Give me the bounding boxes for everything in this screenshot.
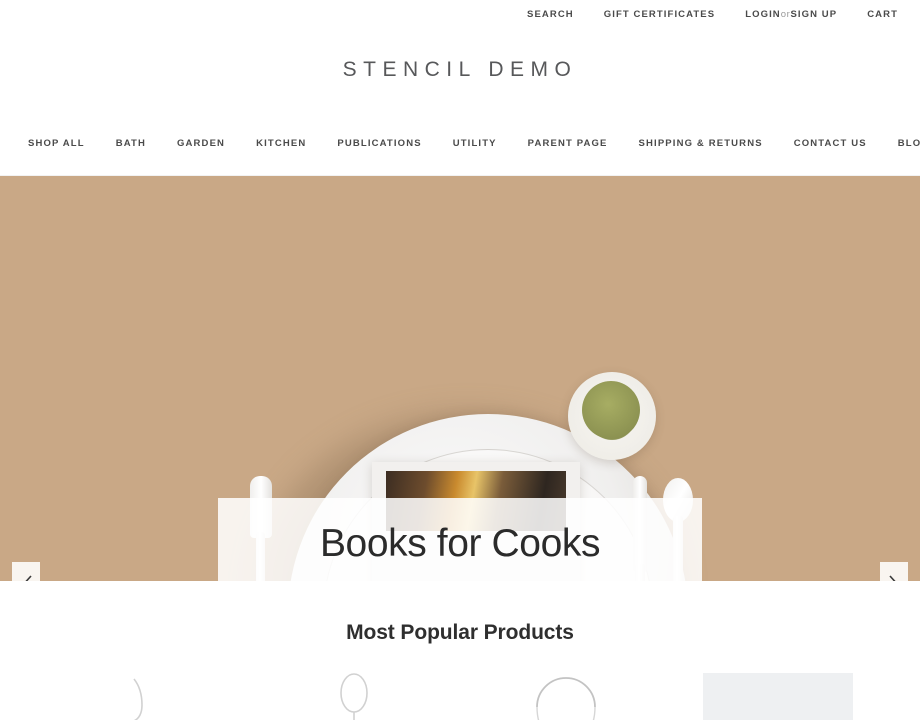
bowl-thumb-icon — [536, 677, 596, 720]
nav-item-shipping-returns[interactable]: SHIPPING & RETURNS — [639, 138, 763, 149]
nav-item-shop-all[interactable]: SHOP ALL — [28, 138, 85, 149]
chevron-left-icon — [20, 575, 33, 581]
section-title-most-popular: Most Popular Products — [346, 621, 574, 644]
nav-item-kitchen[interactable]: KITCHEN — [256, 138, 306, 149]
utility-link-cart[interactable]: CART — [867, 9, 898, 20]
carousel-prev-button[interactable] — [12, 562, 40, 581]
product-grid — [0, 673, 920, 720]
book-thumb-image — [703, 673, 853, 720]
carousel-next-button[interactable] — [880, 562, 908, 581]
product-card[interactable] — [672, 673, 884, 720]
product-card[interactable] — [460, 673, 672, 720]
popular-products-section: Most Popular Products — [0, 581, 920, 720]
logo-container[interactable]: STENCIL DEMO — [0, 28, 920, 112]
product-card[interactable] — [36, 673, 248, 720]
site-header: SEARCH GIFT CERTIFICATES LOGINorSIGN UP … — [0, 0, 920, 176]
product-thumbnail — [693, 673, 863, 720]
spoon-thumb-icon — [340, 673, 368, 720]
product-thumbnail — [481, 673, 651, 720]
product-thumbnail — [57, 673, 227, 720]
utility-link-sign-up[interactable]: SIGN UP — [790, 9, 837, 20]
nav-item-blog[interactable]: BLOG — [898, 138, 920, 149]
nav-item-bath[interactable]: BATH — [116, 138, 146, 149]
utensil-thumb-icon — [133, 678, 143, 720]
hero-title: Books for Cooks — [319, 522, 601, 565]
nav-item-contact-us[interactable]: CONTACT US — [794, 138, 867, 149]
utility-link-search[interactable]: SEARCH — [527, 9, 574, 20]
login-signup-separator: or — [780, 8, 791, 20]
utility-link-login-signup: LOGINorSIGN UP — [745, 9, 837, 20]
product-card[interactable] — [248, 673, 460, 720]
nav-item-parent-page[interactable]: PARENT PAGE — [528, 138, 608, 149]
nav-item-utility[interactable]: UTILITY — [453, 138, 497, 149]
utility-link-gift-certificates[interactable]: GIFT CERTIFICATES — [604, 9, 715, 20]
cup-liquid — [582, 381, 640, 439]
hero-carousel: Books for Cooks Dig in to a fresh new re… — [0, 176, 920, 581]
nav-item-garden[interactable]: GARDEN — [177, 138, 225, 149]
chevron-right-icon — [888, 575, 901, 581]
main-navigation: SHOP ALL BATH GARDEN KITCHEN PUBLICATION… — [0, 112, 920, 176]
nav-item-publications[interactable]: PUBLICATIONS — [337, 138, 421, 149]
storefront-page: SEARCH GIFT CERTIFICATES LOGINorSIGN UP … — [0, 0, 920, 720]
utility-link-login[interactable]: LOGIN — [745, 9, 781, 20]
hero-content-panel: Books for Cooks Dig in to a fresh new re… — [218, 498, 702, 581]
utility-navigation: SEARCH GIFT CERTIFICATES LOGINorSIGN UP … — [0, 0, 920, 28]
product-thumbnail — [269, 673, 439, 720]
site-logo: STENCIL DEMO — [342, 58, 578, 81]
